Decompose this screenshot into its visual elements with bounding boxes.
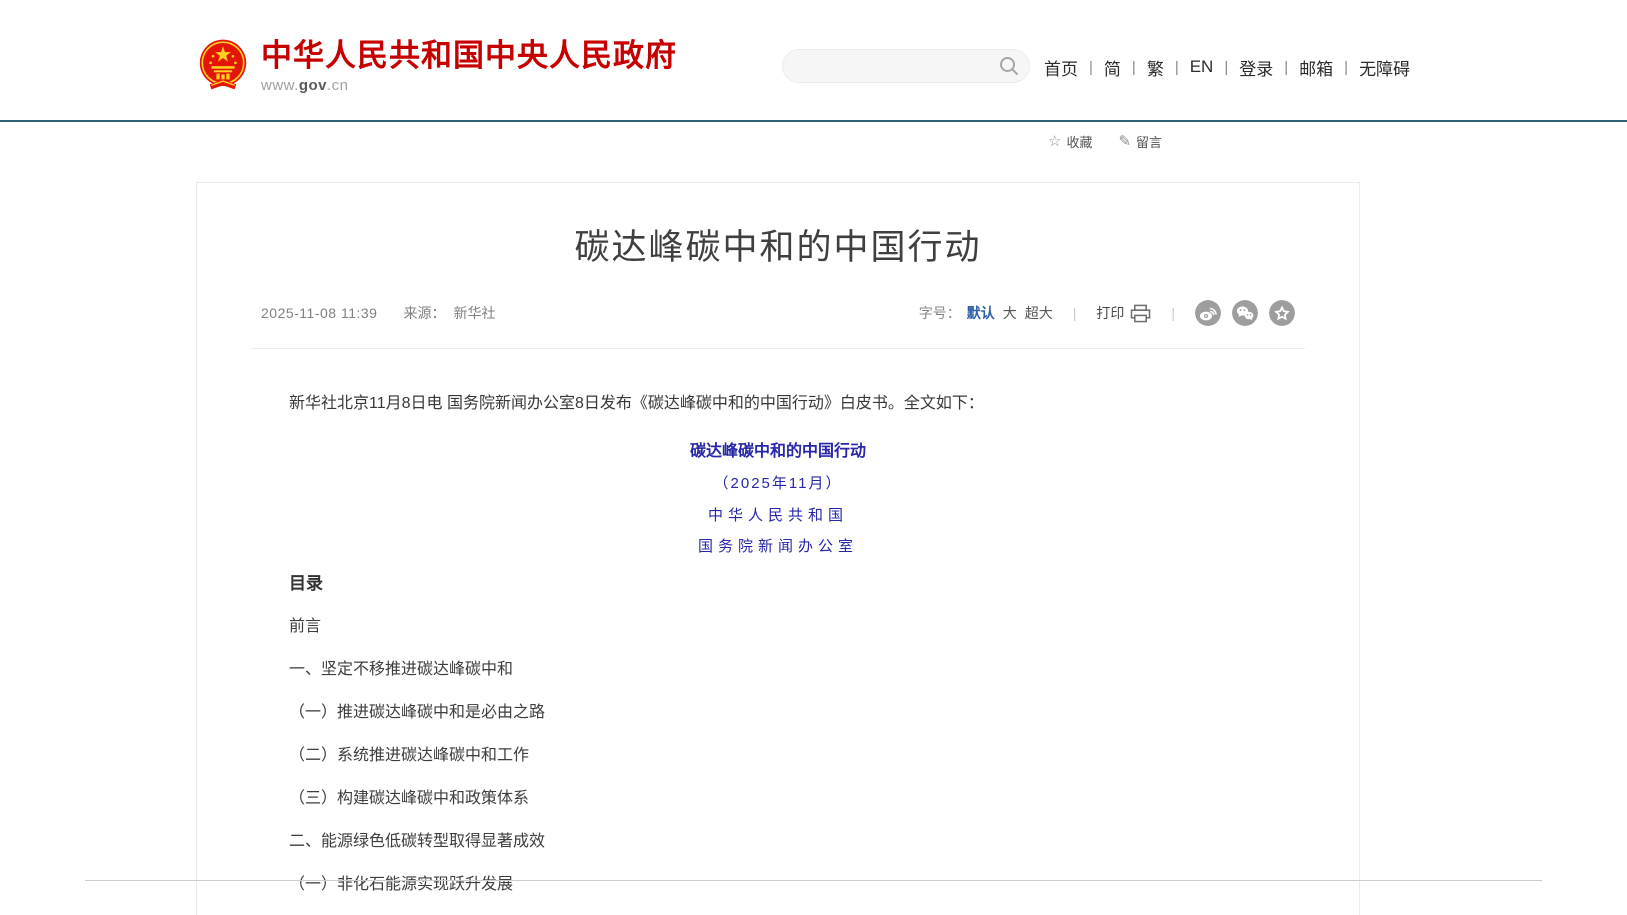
site-header: 中华人民共和国中央人民政府 www.gov.cn 首页 简 繁 EN 登录 — [0, 0, 1627, 120]
whitepaper-title: 碳达峰碳中和的中国行动 — [289, 441, 1267, 463]
print-button[interactable]: 打印 — [1096, 303, 1151, 323]
page-actions: ☆ 收藏 ✎ 留言 — [1048, 132, 1162, 151]
site-title: 中华人民共和国中央人民政府 — [261, 38, 677, 74]
share-icons — [1195, 300, 1295, 326]
favorite-label: 收藏 — [1066, 132, 1092, 151]
article-title: 碳达峰碳中和的中国行动 — [197, 183, 1359, 270]
fontsize-default-button[interactable]: 默认 — [967, 303, 995, 323]
wechat-share-icon[interactable] — [1232, 300, 1258, 326]
url-www: www. — [261, 77, 299, 94]
meta-divider — [251, 348, 1305, 349]
header-divider — [0, 120, 1627, 122]
page: 中华人民共和国中央人民政府 www.gov.cn 首页 简 繁 EN 登录 — [0, 0, 1627, 915]
url-cn: .cn — [327, 77, 349, 94]
national-emblem-icon — [198, 38, 248, 96]
fontsize-xlarge-button[interactable]: 超大 — [1025, 303, 1053, 323]
search-button[interactable] — [998, 55, 1020, 77]
toc-item: 前言 — [289, 617, 1267, 637]
nav-separator — [1089, 59, 1093, 76]
top-nav: 首页 简 繁 EN 登录 邮箱 无障碍 — [1044, 54, 1410, 80]
whitepaper-org-line1: 中华人民共和国 — [289, 505, 1267, 525]
article-container: 碳达峰碳中和的中国行动 2025-11-08 11:39 来源： 新华社 字号：… — [196, 182, 1360, 915]
favorite-button[interactable]: ☆ 收藏 — [1048, 132, 1092, 151]
publish-datetime: 2025-11-08 11:39 — [261, 305, 377, 321]
article-meta-row: 2025-11-08 11:39 来源： 新华社 字号： 默认 大 超大 打印 — [261, 300, 1295, 326]
meta-separator — [1171, 305, 1175, 321]
source-label: 来源： — [403, 303, 445, 323]
brand-text: 中华人民共和国中央人民政府 www.gov.cn — [261, 38, 677, 94]
pencil-icon: ✎ — [1118, 134, 1131, 149]
qzone-star-share-icon[interactable] — [1269, 300, 1295, 326]
nav-separator — [1175, 59, 1179, 76]
toc-heading: 目录 — [289, 574, 1267, 594]
nav-home[interactable]: 首页 — [1044, 55, 1078, 80]
comment-button[interactable]: ✎ 留言 — [1118, 132, 1162, 151]
nav-accessibility[interactable]: 无障碍 — [1359, 55, 1410, 80]
article-meta-right: 字号： 默认 大 超大 打印 — [919, 300, 1295, 326]
lead-paragraph: 新华社北京11月8日电 国务院新闻办公室8日发布《碳达峰碳中和的中国行动》白皮书… — [289, 393, 1267, 415]
toc-item: （一）非化石能源实现跃升发展 — [289, 875, 1267, 895]
article-body: 新华社北京11月8日电 国务院新闻办公室8日发布《碳达峰碳中和的中国行动》白皮书… — [289, 393, 1267, 895]
nav-login[interactable]: 登录 — [1239, 55, 1273, 80]
nav-separator — [1344, 59, 1348, 76]
print-label: 打印 — [1096, 303, 1124, 323]
toc-item: 二、能源绿色低碳转型取得显著成效 — [289, 832, 1267, 852]
toc-item: （三）构建碳达峰碳中和政策体系 — [289, 789, 1267, 809]
nav-separator — [1284, 59, 1288, 76]
site-url[interactable]: www.gov.cn — [261, 77, 677, 94]
whitepaper-org-line2: 国务院新闻办公室 — [289, 536, 1267, 556]
toc-item: 一、坚定不移推进碳达峰碳中和 — [289, 660, 1267, 680]
search-icon — [998, 55, 1020, 77]
star-icon: ☆ — [1048, 134, 1061, 149]
meta-separator — [1073, 305, 1077, 321]
toc-item: （一）推进碳达峰碳中和是必由之路 — [289, 703, 1267, 723]
weibo-share-icon[interactable] — [1195, 300, 1221, 326]
nav-separator — [1224, 59, 1228, 76]
nav-english[interactable]: EN — [1190, 57, 1214, 77]
nav-mail[interactable]: 邮箱 — [1299, 55, 1333, 80]
article-meta-left: 2025-11-08 11:39 来源： 新华社 — [261, 303, 495, 323]
site-logo-link[interactable]: 中华人民共和国中央人民政府 www.gov.cn — [198, 38, 677, 96]
printer-icon — [1130, 304, 1151, 323]
fontsize-label: 字号： — [919, 303, 961, 323]
search-input[interactable] — [799, 50, 998, 82]
source-value: 新华社 — [453, 303, 495, 323]
comment-label: 留言 — [1136, 132, 1162, 151]
search-box — [782, 49, 1030, 83]
fontsize-large-button[interactable]: 大 — [1003, 303, 1017, 323]
viewport-bottom-line — [85, 880, 1542, 881]
nav-simplified[interactable]: 简 — [1104, 55, 1121, 80]
whitepaper-date: （2025年11月） — [289, 474, 1267, 494]
nav-separator — [1132, 59, 1136, 76]
toc-item: （二）系统推进碳达峰碳中和工作 — [289, 746, 1267, 766]
nav-traditional[interactable]: 繁 — [1147, 55, 1164, 80]
url-gov: gov — [299, 77, 327, 94]
